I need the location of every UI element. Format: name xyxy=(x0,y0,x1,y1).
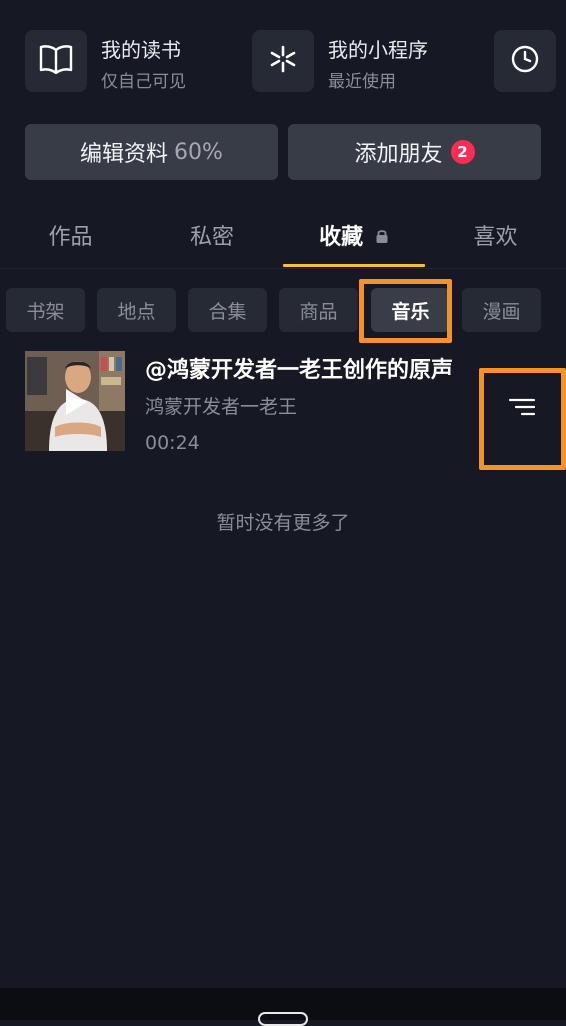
tab-private[interactable]: 私密 xyxy=(141,218,283,258)
my-reading-title[interactable]: 我的读书 xyxy=(101,34,181,63)
chip-places[interactable]: 地点 xyxy=(97,288,176,332)
my-mini-program-button[interactable] xyxy=(252,30,314,92)
tab-favorites[interactable]: 收藏 xyxy=(283,218,425,258)
watch-history-button[interactable] xyxy=(494,30,556,92)
edit-profile-label: 编辑资料 xyxy=(80,142,169,167)
chip-products[interactable]: 商品 xyxy=(279,288,358,332)
play-icon[interactable] xyxy=(63,387,89,421)
song-artist[interactable]: 鸿蒙开发者一老王 xyxy=(145,392,297,419)
mini-program-icon xyxy=(268,44,298,78)
song-title[interactable]: @鸿蒙开发者一老王创作的原声 xyxy=(145,352,453,384)
tab-works[interactable]: 作品 xyxy=(0,218,141,258)
profile-progress: 60% xyxy=(174,139,223,165)
bottom-navigation-bar xyxy=(0,988,566,1026)
add-friend-button[interactable]: 添加朋友 2 xyxy=(288,124,541,180)
music-chip-highlight xyxy=(359,279,452,343)
tab-likes[interactable]: 喜欢 xyxy=(425,218,566,258)
book-icon xyxy=(39,44,73,78)
song-menu-highlight xyxy=(479,368,566,470)
my-mini-program-title[interactable]: 我的小程序 xyxy=(328,34,428,63)
no-more-content-text: 暂时没有更多了 xyxy=(216,512,350,534)
tabs-divider xyxy=(0,268,566,269)
music-cover-thumbnail[interactable] xyxy=(25,351,125,451)
active-tab-indicator xyxy=(283,264,425,267)
lock-icon xyxy=(375,218,389,258)
chip-bookshelf[interactable]: 书架 xyxy=(6,288,85,332)
tab-favorites-label: 收藏 xyxy=(319,225,364,250)
my-mini-program-subtitle: 最近使用 xyxy=(328,72,396,92)
my-reading-button[interactable] xyxy=(25,30,87,92)
friend-request-badge: 2 xyxy=(450,140,475,164)
chip-collections[interactable]: 合集 xyxy=(188,288,267,332)
add-friend-label: 添加朋友 xyxy=(354,142,443,167)
clock-icon xyxy=(510,44,540,78)
home-indicator[interactable] xyxy=(258,1012,308,1026)
my-reading-subtitle: 仅自己可见 xyxy=(101,72,186,92)
edit-profile-button[interactable]: 编辑资料 60% xyxy=(25,124,278,180)
song-duration: 00:24 xyxy=(145,432,200,454)
chip-comics[interactable]: 漫画 xyxy=(462,288,541,332)
